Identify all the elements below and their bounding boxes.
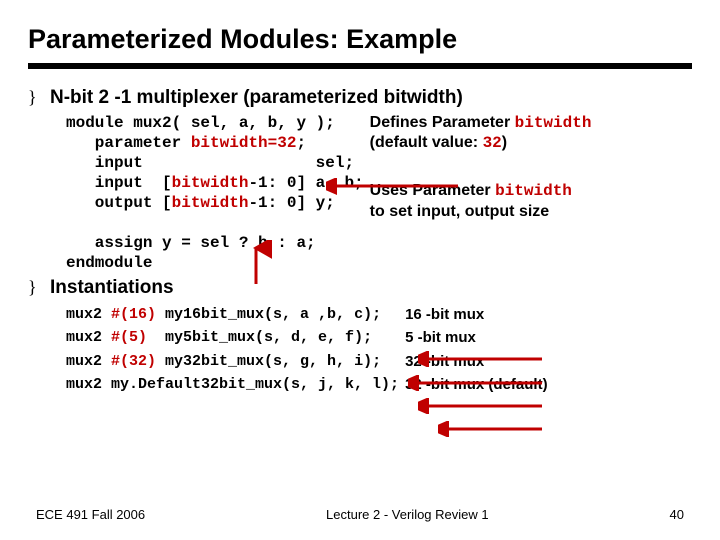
bullet-icon: } — [28, 87, 50, 108]
bullet-2-text: Instantiations — [50, 277, 174, 299]
code-line: input [ — [66, 174, 172, 192]
code-line: my16bit_mux(s, a ,b, c); — [156, 306, 381, 323]
code-line: mux2 my.Default32bit_mux(s, j, k, l); — [66, 376, 399, 393]
code-line: mux2 — [66, 329, 111, 346]
note-text: to set input, output size — [370, 203, 550, 220]
section1-content: module mux2( sel, a, b, y ); parameter b… — [28, 113, 692, 273]
bullet-1-text: N-bit 2 -1 multiplexer (parameterized bi… — [50, 87, 463, 109]
code-red: #(5) — [111, 329, 156, 346]
code-line: endmodule — [66, 254, 152, 272]
bullet-icon: } — [28, 277, 50, 298]
code-line: my5bit_mux(s, d, e, f); — [156, 329, 372, 346]
note-32bit-default: 32 -bit mux (default) — [405, 373, 563, 396]
section1-notes: Defines Parameter bitwidth (default valu… — [370, 113, 692, 249]
code-red: bitwidth — [172, 194, 249, 212]
note-text: (default value: — [370, 134, 483, 151]
note-text: Uses Parameter — [370, 182, 495, 199]
note-mono: 32 — [483, 134, 502, 152]
note-text: Defines Parameter — [370, 114, 515, 131]
note-mono: bitwidth — [515, 114, 592, 132]
code-line: assign y = sel ? b : a; — [66, 234, 316, 252]
code-line: -1: 0] y; — [248, 194, 334, 212]
note-5bit: 5 -bit mux — [405, 326, 563, 349]
instantiation-code: mux2 #(16) my16bit_mux(s, a ,b, c); mux2… — [28, 303, 399, 396]
note-32bit: 32 -bit mux — [405, 350, 563, 373]
note-uses: Uses Parameter bitwidth to set input, ou… — [370, 181, 692, 220]
code-line: module mux2( sel, a, b, y ); — [66, 114, 335, 132]
note-mono: bitwidth — [495, 182, 572, 200]
footer-left: ECE 491 Fall 2006 — [36, 507, 145, 522]
footer-page: 40 — [670, 507, 684, 522]
footer-center: Lecture 2 - Verilog Review 1 — [326, 507, 489, 522]
code-red: #(32) — [111, 353, 156, 370]
code-line: parameter — [66, 134, 191, 152]
note-text: ) — [502, 134, 507, 151]
note-defines: Defines Parameter bitwidth (default valu… — [370, 113, 692, 153]
code-red: #(16) — [111, 306, 156, 323]
code-line: ; — [296, 134, 306, 152]
bullet-2: } Instantiations — [28, 277, 692, 299]
note-16bit: 16 -bit mux — [405, 303, 563, 326]
module-code: module mux2( sel, a, b, y ); parameter b… — [28, 113, 364, 273]
arrow-inst-4 — [438, 421, 550, 437]
bullet-1: } N-bit 2 -1 multiplexer (parameterized … — [28, 87, 692, 109]
slide-footer: ECE 491 Fall 2006 Lecture 2 - Verilog Re… — [0, 507, 720, 522]
code-line: output [ — [66, 194, 172, 212]
code-line: mux2 — [66, 306, 111, 323]
code-line: input sel; — [66, 154, 354, 172]
instantiation-notes: 16 -bit mux 5 -bit mux 32 -bit mux 32 -b… — [405, 303, 563, 396]
page-title: Parameterized Modules: Example — [28, 24, 692, 55]
code-line: mux2 — [66, 353, 111, 370]
code-red: bitwidth — [172, 174, 249, 192]
title-rule — [28, 63, 692, 69]
code-red: bitwidth=32 — [191, 134, 297, 152]
arrow-inst-3 — [418, 398, 550, 414]
code-line: my32bit_mux(s, g, h, i); — [156, 353, 381, 370]
code-line: -1: 0] a, b; — [248, 174, 363, 192]
section2-content: mux2 #(16) my16bit_mux(s, a ,b, c); mux2… — [28, 303, 692, 396]
